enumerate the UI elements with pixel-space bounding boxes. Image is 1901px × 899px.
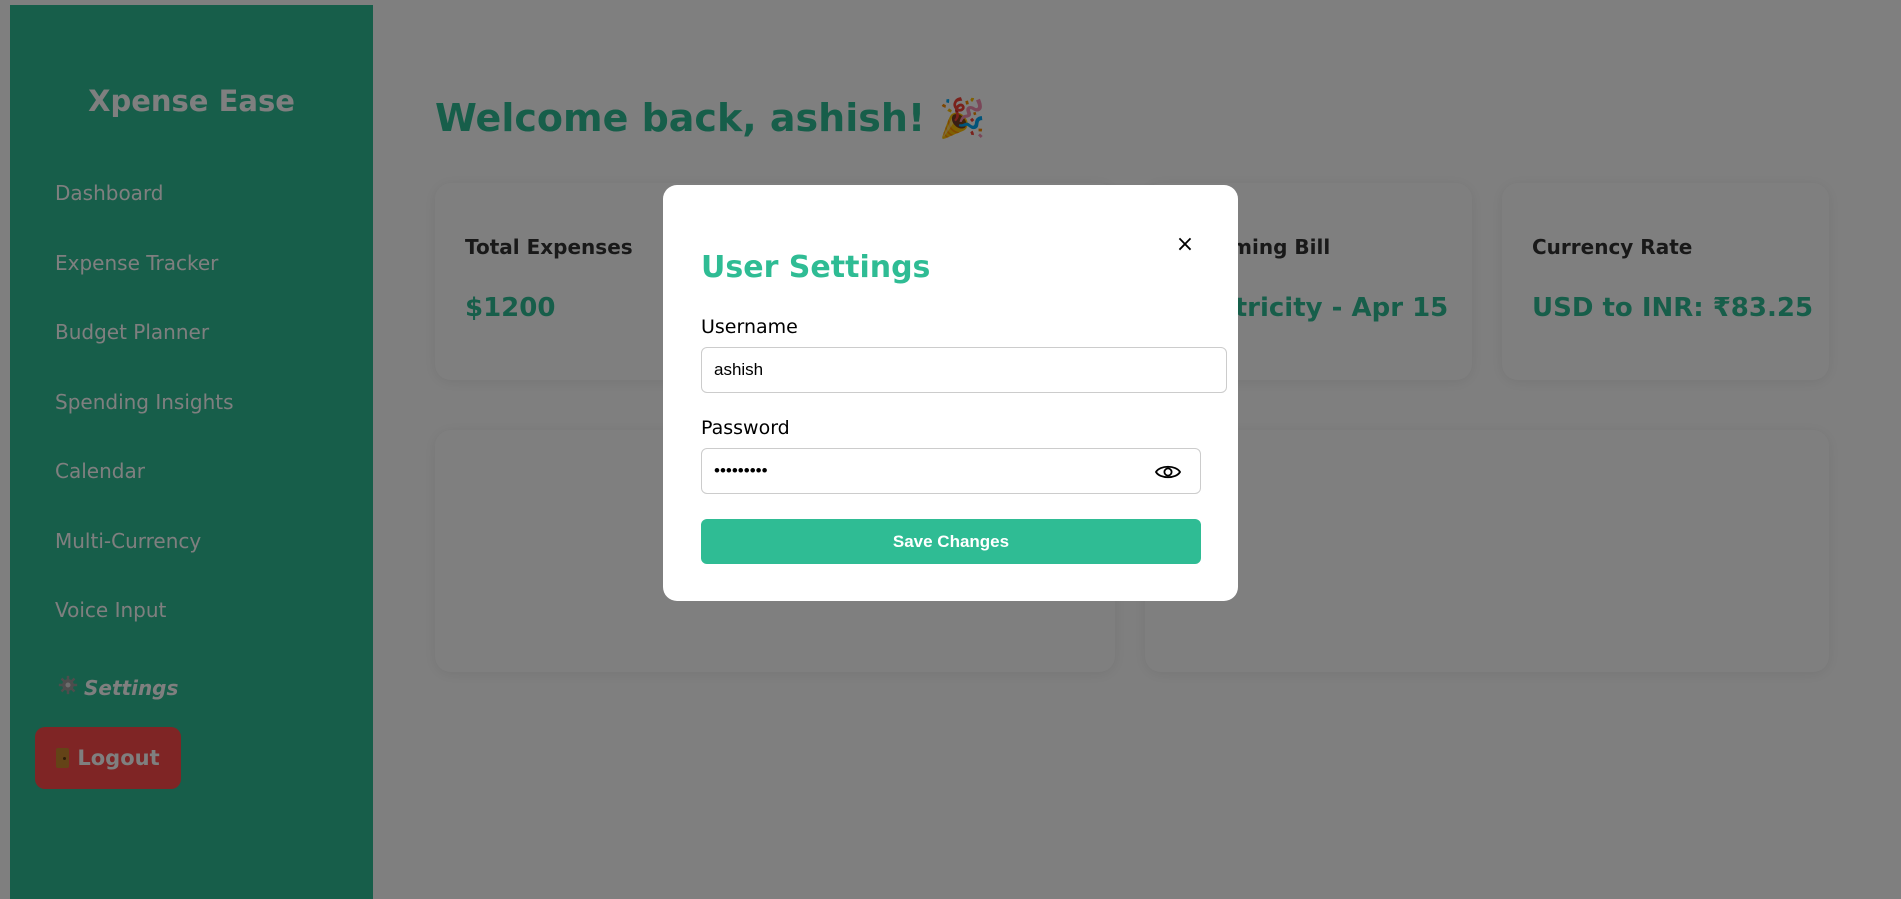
password-label: Password: [701, 417, 790, 439]
eye-icon[interactable]: [1154, 463, 1182, 481]
save-changes-button[interactable]: Save Changes: [701, 519, 1201, 564]
close-icon[interactable]: ×: [1171, 231, 1199, 259]
user-settings-modal: User Settings × Username Password Save C…: [663, 185, 1238, 601]
password-input[interactable]: [701, 448, 1201, 494]
modal-title: User Settings: [701, 250, 931, 285]
username-input[interactable]: [701, 347, 1227, 393]
username-label: Username: [701, 316, 798, 338]
